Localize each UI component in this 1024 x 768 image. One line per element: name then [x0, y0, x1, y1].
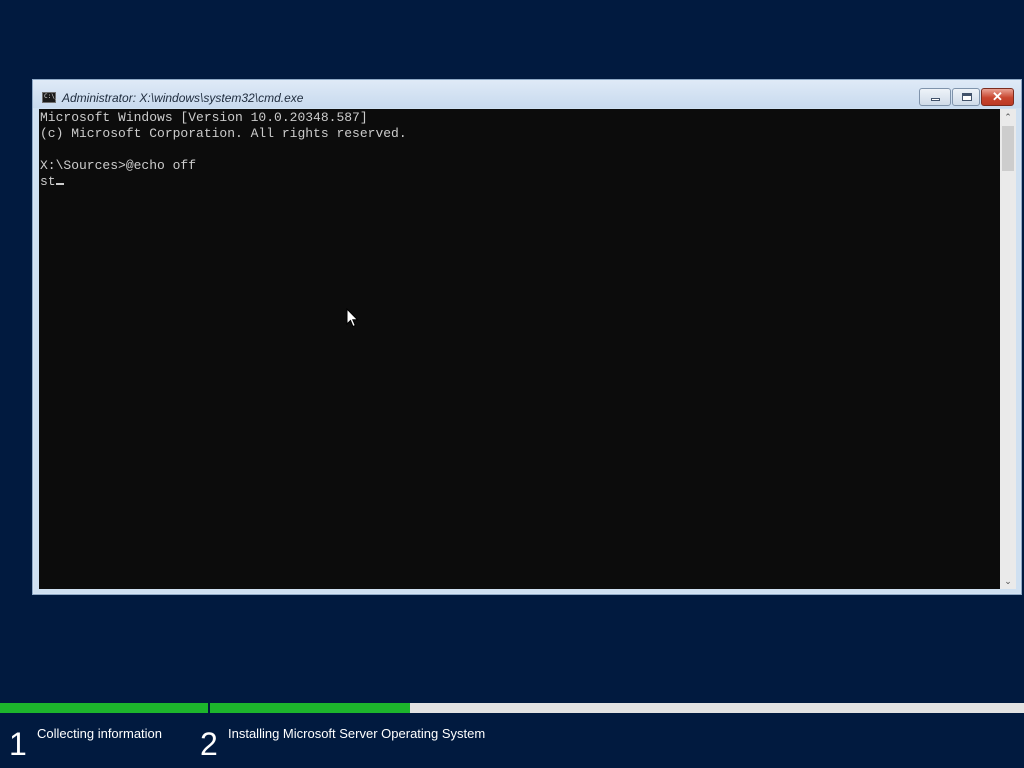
console-input[interactable]: st [40, 174, 56, 189]
vertical-scrollbar[interactable]: ⌃ ⌄ [1000, 109, 1016, 589]
step-label: Installing Microsoft Server Operating Sy… [228, 726, 486, 741]
step-label: Collecting information [37, 726, 163, 741]
step-2-progress [210, 703, 1024, 713]
scroll-up-arrow-icon[interactable]: ⌃ [1000, 109, 1016, 125]
maximize-button[interactable] [952, 88, 980, 106]
mouse-pointer-icon [346, 308, 359, 328]
step-2-progress-fill [210, 703, 411, 713]
setup-step-1: 1 Collecting information [9, 722, 189, 768]
scroll-thumb[interactable] [1002, 126, 1014, 171]
step-1-progress [0, 703, 208, 713]
close-icon: ✕ [992, 89, 1003, 104]
step-number: 2 [200, 726, 218, 762]
step-1-progress-fill [0, 703, 208, 713]
window-title: Administrator: X:\windows\system32\cmd.e… [62, 91, 304, 105]
text-cursor [55, 183, 64, 185]
close-button[interactable]: ✕ [981, 88, 1014, 106]
console-line: Microsoft Windows [Version 10.0.20348.58… [40, 110, 368, 125]
setup-progress-bar [0, 703, 1024, 713]
console-line: (c) Microsoft Corporation. All rights re… [40, 126, 407, 141]
window-controls: ✕ [918, 88, 1014, 106]
window-titlebar[interactable]: C:\_ Administrator: X:\windows\system32\… [33, 80, 1021, 108]
step-number: 1 [9, 726, 27, 762]
setup-step-2: 2 Installing Microsoft Server Operating … [200, 722, 600, 768]
maximize-icon [962, 93, 972, 101]
desktop-background: C:\_ Administrator: X:\windows\system32\… [0, 0, 1024, 768]
console-line: X:\Sources>@echo off [40, 158, 197, 173]
console-text: Microsoft Windows [Version 10.0.20348.58… [40, 110, 407, 190]
minimize-icon [931, 98, 940, 101]
scroll-down-arrow-icon[interactable]: ⌄ [1000, 573, 1016, 589]
cmd-window[interactable]: C:\_ Administrator: X:\windows\system32\… [32, 79, 1022, 595]
minimize-button[interactable] [919, 88, 951, 106]
console-output[interactable]: Microsoft Windows [Version 10.0.20348.58… [39, 109, 1000, 589]
cmd-icon: C:\_ [42, 92, 58, 103]
